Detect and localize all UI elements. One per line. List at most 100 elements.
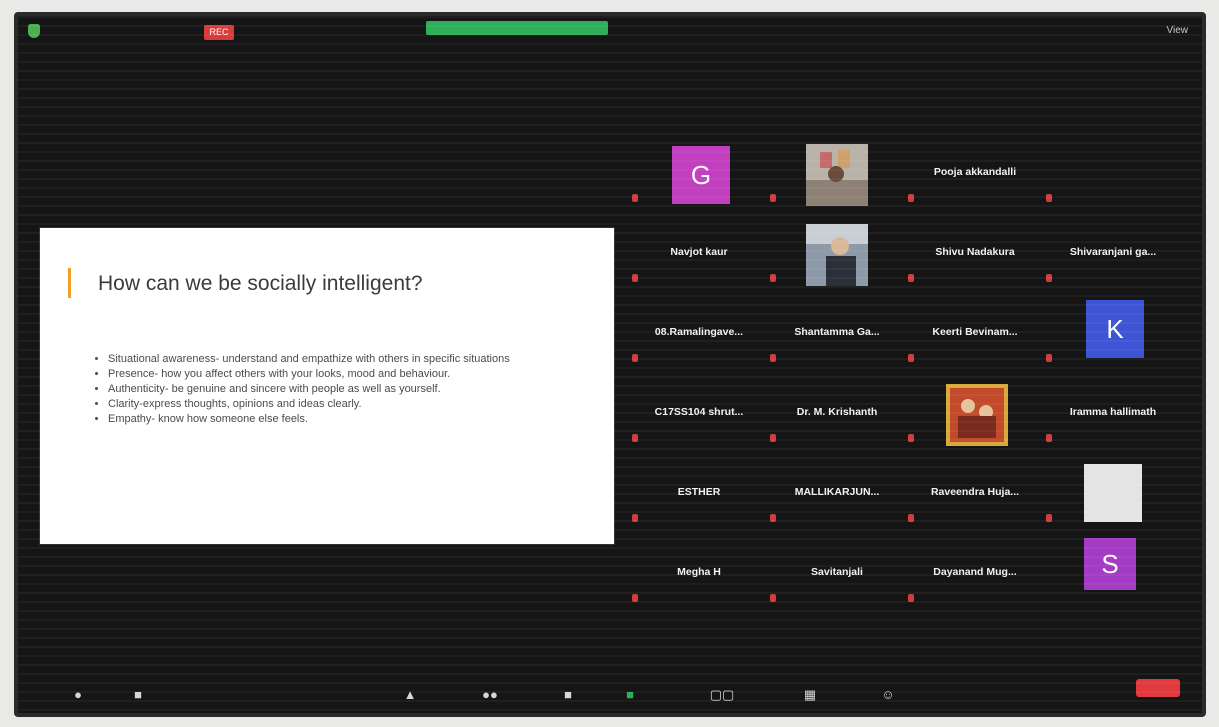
participant-tile[interactable]: Dayanand Mug... [906,546,1044,604]
muted-mic-icon [770,194,776,202]
participant-name: Shivaranjani ga... [1069,246,1157,258]
record-icon: ▢▢ [709,687,735,702]
muted-mic-icon [632,194,638,202]
participant-video-thumbnail [806,144,868,206]
participant-tile[interactable]: Raveendra Huja... [906,466,1044,524]
record-button[interactable]: ▢▢ [702,687,742,703]
muted-mic-icon [908,594,914,602]
participant-name: Dr. M. Krishanth [796,406,878,418]
participant-tile[interactable]: S [1044,538,1182,604]
view-button[interactable]: View [1167,25,1189,36]
muted-mic-icon [632,274,638,282]
participant-tile[interactable]: MALLIKARJUN... [768,466,906,524]
participant-tile[interactable]: K [1044,300,1182,364]
muted-mic-icon [632,594,638,602]
people-icon: ●● [482,687,498,702]
participant-tile[interactable]: C17SS104 shrut... [630,386,768,444]
muted-mic-icon [632,434,638,442]
microphone-icon: ● [74,687,82,702]
participant-name: Shivu Nadakura [935,246,1015,258]
muted-mic-icon [908,434,914,442]
muted-mic-icon [1046,274,1052,282]
participant-tile[interactable] [1044,464,1182,524]
video-button[interactable]: ■ [118,687,158,703]
participant-tile[interactable]: 08.Ramalingave... [630,306,768,364]
bullet-item: Empathy- know how someone else feels. [108,412,608,427]
bullet-item: Presence- how you affect others with you… [108,367,608,382]
participant-tile[interactable]: Dr. M. Krishanth [768,386,906,444]
participant-name: Megha H [677,566,721,578]
meeting-top-bar: REC View [18,16,1202,50]
meeting-toolbar: ● ■ ▲ ●● ■ ■ ▢▢ ▦ ☺ [18,669,1202,713]
participant-tile[interactable]: Megha H [630,546,768,604]
mute-button[interactable]: ● [58,687,98,703]
participant-tile[interactable]: Iramma hallimath [1044,386,1182,444]
participant-tile[interactable] [768,144,906,206]
camera-icon: ■ [134,687,142,702]
participant-tile[interactable]: Shivaranjani ga... [1044,226,1182,284]
participant-name: ESTHER [677,486,721,498]
muted-mic-icon [908,514,914,522]
participant-video-thumbnail [946,384,1008,446]
participant-tile[interactable]: Shivu Nadakura [906,226,1044,284]
muted-mic-icon [632,354,638,362]
participant-tile[interactable] [768,224,906,286]
bullet-item: Clarity-express thoughts, opinions and i… [108,397,608,412]
participant-name: Pooja akkandalli [933,166,1017,178]
share-screen-button[interactable]: ■ [610,687,650,703]
security-shield-icon[interactable] [28,24,40,38]
participant-tile[interactable]: Savitanjali [768,546,906,604]
participant-name: Raveendra Huja... [930,486,1020,498]
participant-tile[interactable]: Navjot kaur [630,226,768,284]
participant-tile[interactable] [1044,146,1182,204]
participant-video-thumbnail [806,224,868,286]
participant-tile[interactable]: Shantamma Ga... [768,306,906,364]
breakout-rooms-button[interactable]: ▦ [790,687,830,703]
participant-name: Shantamma Ga... [794,326,880,338]
muted-mic-icon [1046,514,1052,522]
participant-avatar: S [1084,538,1136,590]
slide-bullet-list: Situational awareness- understand and em… [90,352,608,427]
reactions-button[interactable]: ☺ [868,687,908,703]
muted-mic-icon [1046,354,1052,362]
muted-mic-icon [908,354,914,362]
share-screen-icon: ■ [626,687,634,702]
muted-mic-icon [770,594,776,602]
participant-name: Keerti Bevinam... [932,326,1018,338]
slide-title: How can we be socially intelligent? [98,272,423,295]
participant-name: C17SS104 shrut... [654,406,744,418]
chat-bubble-icon: ■ [564,687,572,702]
participant-name: Savitanjali [811,566,863,578]
participant-name: Iramma hallimath [1069,406,1157,418]
participants-button[interactable]: ●● [470,687,510,703]
muted-mic-icon [770,354,776,362]
recording-badge[interactable]: REC [204,25,234,40]
end-meeting-button[interactable] [1136,679,1180,697]
participant-avatar: K [1086,300,1144,358]
smiley-icon: ☺ [881,687,895,702]
bullet-item: Situational awareness- understand and em… [108,352,608,367]
participant-tile[interactable]: Keerti Bevinam... [906,306,1044,364]
talking-indicator [426,21,608,35]
muted-mic-icon [1046,434,1052,442]
participant-name: Navjot kaur [670,246,728,258]
chat-button[interactable]: ■ [548,687,588,703]
security-button[interactable]: ▲ [390,687,430,703]
title-accent-bar [68,268,71,298]
bullet-item: Authenticity- be genuine and sincere wit… [108,382,608,397]
muted-mic-icon [632,514,638,522]
muted-mic-icon [770,274,776,282]
participant-tile[interactable]: Pooja akkandalli [906,146,1044,204]
participant-tile[interactable]: ESTHER [630,466,768,524]
participant-tile[interactable]: G [630,146,768,204]
participant-name: Dayanand Mug... [933,566,1017,578]
monitor-screen: REC View How can we be socially intellig… [14,12,1206,717]
shield-icon: ▲ [403,687,417,702]
participant-name: 08.Ramalingave... [654,326,744,338]
muted-mic-icon [908,274,914,282]
grid-icon: ▦ [803,687,817,702]
shared-screen-slide: How can we be socially intelligent? Situ… [40,228,614,544]
muted-mic-icon [770,434,776,442]
muted-mic-icon [908,194,914,202]
participant-tile[interactable] [906,384,1044,446]
